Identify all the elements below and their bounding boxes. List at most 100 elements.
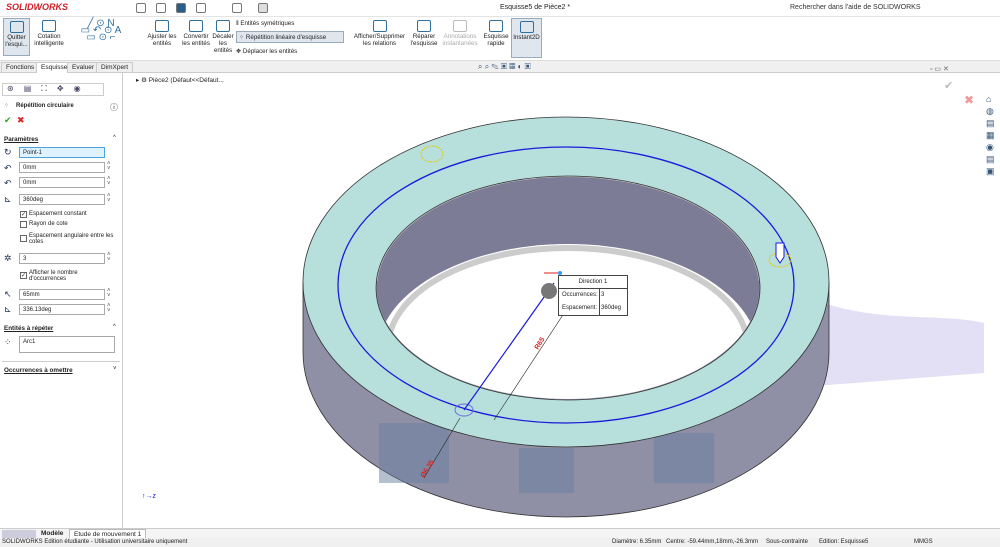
y-coord-icon: ↶ <box>4 178 12 188</box>
entities-header: Entités à répéter <box>4 325 54 332</box>
sketch-tools-grid[interactable]: ╱ ⊙ Ɲ ▭ ↶ ⊙ A ▭ ⊙ ⌐ <box>68 19 134 43</box>
center-field[interactable]: Point-1 <box>19 147 105 158</box>
divider <box>2 361 120 362</box>
help-search-input[interactable]: Rechercher dans l'aide de SOLIDWORKS <box>790 4 921 11</box>
tab-dimxpert[interactable]: DimXpert <box>96 62 134 73</box>
help-icon[interactable]: ⓘ <box>110 102 118 113</box>
convert-button[interactable]: Convertir les entités <box>180 18 212 47</box>
units-selector[interactable]: MMGS <box>914 539 933 545</box>
annotations-icon <box>453 20 467 32</box>
new-icon[interactable] <box>136 3 146 13</box>
status-edit: Edition: Esquisse5 <box>819 539 869 545</box>
save-icon[interactable] <box>176 3 186 13</box>
equal-spacing-label: Espacement constant <box>29 211 87 217</box>
move-icon: ✥ <box>236 48 243 55</box>
spacing-value[interactable]: 360deg <box>601 305 621 311</box>
move-button[interactable]: ✥ Déplacer les entités <box>236 48 297 55</box>
panel-title: Répétition circulaire <box>16 103 74 109</box>
x-coord-icon: ↶ <box>4 163 12 173</box>
status-bar: SOLIDWORKS Edition étudiante - Utilisati… <box>0 538 1000 547</box>
confirm-corner-ok-icon[interactable]: ✔ <box>944 79 953 92</box>
entities-list[interactable]: Arc1 <box>19 336 115 353</box>
instant2d-label: Instant2D <box>513 34 540 41</box>
trim-button[interactable]: Ajuster les entités <box>144 18 180 47</box>
instances-spinner[interactable]: ˄ ˅ <box>107 252 111 263</box>
entities-collapse-icon[interactable]: ^ <box>113 324 116 330</box>
tab-model[interactable]: Modèle <box>41 530 63 537</box>
instant2d-button[interactable]: Instant2D <box>511 18 542 58</box>
y-field[interactable]: 0mm <box>19 177 105 188</box>
center-handle[interactable] <box>541 283 557 299</box>
arc-angle-spinner[interactable]: ˄ ˅ <box>107 303 111 314</box>
command-tabs: Fonctions Esquisse Evaluer DimXpert ⌕ ⌕ … <box>0 61 1000 73</box>
solidworks-logo: SOLIDWORKS <box>6 2 68 12</box>
angle-spinner[interactable]: ˄ ˅ <box>107 193 111 204</box>
repair-button[interactable]: Réparer l'esquisse <box>408 18 440 47</box>
confirm-corner-cancel-icon[interactable]: ✖ <box>964 93 974 107</box>
tab-fonctions[interactable]: Fonctions <box>1 62 40 73</box>
annotations-button[interactable]: Annotations instantanées <box>440 18 480 47</box>
title-bar: SOLIDWORKS Esquisse5 de Pièce2 * Recherc… <box>0 0 1000 17</box>
cancel-icon[interactable]: ✖ <box>17 115 25 126</box>
dim-radius-checkbox[interactable] <box>20 221 27 228</box>
smart-dimension-button[interactable]: Cotation intelligente <box>32 18 66 47</box>
view-toolbar-icons[interactable]: ⌕ ⌕ ✎ ▣ ▦ ◐ ▣ <box>478 62 531 72</box>
collapse-icon[interactable]: ^ <box>113 135 116 141</box>
mirror-label: Entités symétriques <box>240 20 295 27</box>
arc-angle-field[interactable]: 336.13deg <box>19 304 105 315</box>
offset-icon <box>216 20 230 32</box>
show-count-checkbox[interactable]: ✓ <box>20 272 27 279</box>
ok-icon[interactable]: ✔ <box>4 115 12 126</box>
x-spinner[interactable]: ˄ ˅ <box>107 161 111 172</box>
instances-icon: ✲ <box>4 253 12 263</box>
x-field[interactable]: 0mm <box>19 162 105 173</box>
quit-sketch-button[interactable]: Quitter l'esqui... <box>3 18 30 56</box>
radius-spinner[interactable]: ˄ ˅ <box>107 288 111 299</box>
arc-angle-icon: ⊾ <box>4 304 12 314</box>
instances-field[interactable]: 3 <box>19 253 105 264</box>
annotations-label: Annotations instantanées <box>442 33 478 47</box>
rapid-sketch-button[interactable]: Esquisse rapide <box>482 18 510 47</box>
trim-icon <box>155 20 169 32</box>
panel-tab-icons[interactable]: ⊛▤⛶✥◉ <box>2 83 104 96</box>
linear-pattern-label: Répétition linéaire d'esquisse <box>245 34 327 41</box>
pattern-icon: ⁘ <box>239 34 246 41</box>
occurrences-value[interactable]: 3 <box>601 292 604 298</box>
rapid-sketch-icon <box>489 20 503 32</box>
angle-icon: ⊾ <box>4 194 12 204</box>
angle-field[interactable]: 360deg <box>19 194 105 205</box>
open-icon[interactable] <box>156 3 166 13</box>
repair-label: Réparer l'esquisse <box>410 33 438 47</box>
print-icon[interactable] <box>196 3 206 13</box>
radius-field[interactable]: 65mm <box>19 289 105 300</box>
status-edition: SOLIDWORKS Edition étudiante - Utilisati… <box>2 539 188 545</box>
quit-sketch-label: Quitter l'esqui... <box>5 34 28 48</box>
y-spinner[interactable]: ˄ ˅ <box>107 176 111 187</box>
radius-icon: ↖ <box>4 289 12 299</box>
linear-pattern-button[interactable]: ⁘ Répétition linéaire d'esquisse <box>236 31 344 43</box>
spacing-label: Espacement: <box>562 305 598 311</box>
smart-dimension-label: Cotation intelligente <box>34 33 64 47</box>
tab-evaluer[interactable]: Evaluer <box>67 62 100 73</box>
quit-sketch-icon <box>9 21 24 33</box>
dim-angular-checkbox[interactable] <box>20 235 27 242</box>
window-controls[interactable]: ▫ ▭ ✕ <box>930 65 949 73</box>
task-pane-icons[interactable]: ⌂ ◍ ▤ ▦ ◉ ▤ ▣ <box>986 93 998 177</box>
options-icon[interactable] <box>258 3 268 13</box>
move-label: Déplacer les entités <box>242 48 298 55</box>
tab-scroll-arrows[interactable] <box>2 530 36 538</box>
rapid-sketch-label: Esquisse rapide <box>483 33 509 47</box>
equal-spacing-checkbox[interactable]: ✓ <box>20 211 27 218</box>
relations-button[interactable]: Afficher/Supprimer les relations <box>352 18 407 47</box>
skip-expand-icon[interactable]: ˅ <box>113 366 117 372</box>
skip-header: Occurrences à omettre <box>4 367 73 374</box>
offset-button[interactable]: Décaler les entités <box>212 18 234 54</box>
circular-pattern-icon: ⁘ <box>4 103 10 109</box>
instant2d-icon <box>519 21 534 33</box>
mirror-button[interactable]: ⫴ Entités symétriques <box>236 20 294 27</box>
dimension-icon <box>42 20 56 32</box>
status-constraint: Sous-contrainte <box>766 539 809 545</box>
select-icon[interactable] <box>232 3 242 13</box>
convert-icon <box>189 20 203 32</box>
trim-label: Ajuster les entités <box>147 33 177 47</box>
